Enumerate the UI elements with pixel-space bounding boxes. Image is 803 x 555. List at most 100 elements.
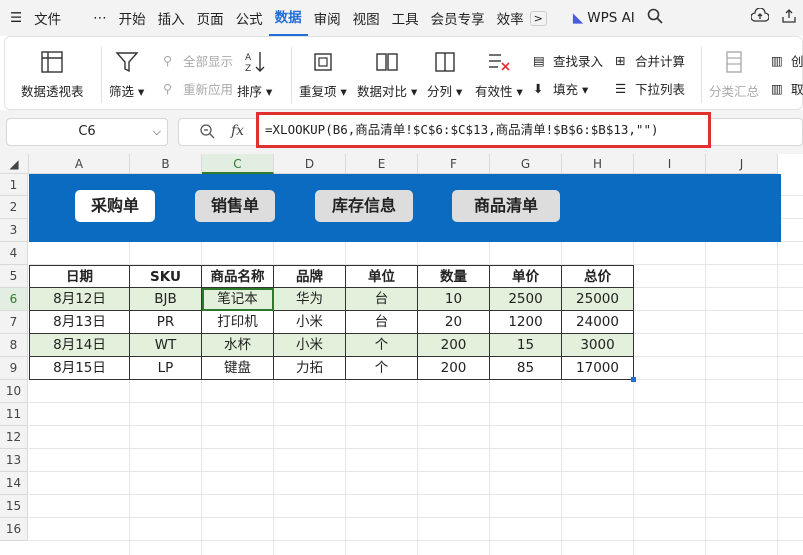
merge-calc-button[interactable]: ⊞ 合并计算 [615,51,685,70]
table-cell[interactable]: 3000 [562,334,634,357]
column-header-i[interactable]: I [634,154,706,174]
table-cell[interactable]: PR [130,311,202,334]
table-cell[interactable]: 2500 [490,288,562,311]
table-cell[interactable]: WT [130,334,202,357]
menu-more[interactable]: ⋯ [87,10,113,26]
inventory-info-button[interactable]: 库存信息 [315,190,413,222]
column-header-c[interactable]: C [202,154,274,174]
row-header-5[interactable]: 5 [0,265,28,288]
row-header-11[interactable]: 11 [0,403,28,426]
filter-button[interactable]: 筛选 ▾ [109,49,144,100]
table-cell[interactable]: 力拓 [274,357,346,380]
table-cell[interactable]: 台 [346,288,418,311]
fill-button[interactable]: ⬇ 填充 ▾ [533,79,588,98]
table-cell[interactable]: 小米 [274,334,346,357]
wps-ai-button[interactable]: ◣ WPS AI [567,10,641,26]
product-list-button[interactable]: 商品清单 [452,190,560,222]
column-header-d[interactable]: D [274,154,346,174]
row-header-10[interactable]: 10 [0,380,28,403]
row-header-7[interactable]: 7 [0,311,28,334]
table-cell[interactable]: 200 [418,357,490,380]
formula-input[interactable]: =XLOOKUP(B6,商品清单!$C$6:$C$13,商品清单!$B$6:$B… [256,112,711,148]
chevron-right-icon[interactable]: > [529,10,547,26]
share-icon[interactable] [775,8,803,28]
search-icon[interactable] [641,8,669,28]
row-header-1[interactable]: 1 [0,174,28,196]
row-header-12[interactable]: 12 [0,426,28,449]
table-cell[interactable]: 10 [418,288,490,311]
table-cell[interactable]: BJB [130,288,202,311]
fx-icon[interactable]: fx [231,123,244,139]
menu-file[interactable]: 文件 [28,8,67,28]
dropdown-list-button[interactable]: ☰ 下拉列表 [615,79,685,98]
zoom-icon[interactable] [199,123,215,143]
table-cell[interactable]: 个 [346,334,418,357]
select-all-corner[interactable]: ◢ [0,154,29,174]
column-header-b[interactable]: B [130,154,202,174]
table-cell[interactable]: 1200 [490,311,562,334]
ungroup-button[interactable]: ▥ 取 [771,79,803,98]
split-column-button[interactable]: 分列 ▾ [427,49,462,100]
row-header-14[interactable]: 14 [0,472,28,495]
subtotal-button[interactable]: 分类汇总 [709,49,759,100]
table-cell[interactable]: 小米 [274,311,346,334]
active-cell[interactable]: 笔记本 [202,288,274,311]
column-header-h[interactable]: H [562,154,634,174]
row-header-4[interactable]: 4 [0,242,28,265]
tab-efficiency[interactable]: 效率 [491,8,530,28]
row-header-15[interactable]: 15 [0,495,28,518]
table-header-cell[interactable]: 品牌 [274,265,346,288]
find-entry-button[interactable]: ▤ 查找录入 [533,51,603,70]
row-header-3[interactable]: 3 [0,219,28,242]
column-header-g[interactable]: G [490,154,562,174]
row-header-8[interactable]: 8 [0,334,28,357]
row-header-2[interactable]: 2 [0,196,28,219]
column-header-f[interactable]: F [418,154,490,174]
table-cell[interactable]: 24000 [562,311,634,334]
validity-button[interactable]: 有效性 ▾ [475,49,523,100]
column-header-a[interactable]: A [29,154,130,174]
column-header-e[interactable]: E [346,154,418,174]
show-all-button[interactable]: ⚲ 全部显示 [163,51,233,70]
table-cell[interactable]: 键盘 [202,357,274,380]
table-cell[interactable]: 8月12日 [29,288,130,311]
tab-insert[interactable]: 插入 [152,8,191,28]
table-cell[interactable]: 8月14日 [29,334,130,357]
table-cell[interactable]: 水杯 [202,334,274,357]
table-cell[interactable]: 8月15日 [29,357,130,380]
table-cell[interactable]: 85 [490,357,562,380]
table-cell[interactable]: 200 [418,334,490,357]
purchase-order-button[interactable]: 采购单 [75,190,155,222]
fill-handle[interactable] [631,377,636,382]
row-header-13[interactable]: 13 [0,449,28,472]
menu-icon[interactable]: ☰ [0,10,28,26]
table-header-cell[interactable]: SKU [130,265,202,288]
table-cell[interactable]: 个 [346,357,418,380]
sort-button[interactable]: AZ 排序 ▾ [237,49,272,100]
table-header-cell[interactable]: 单位 [346,265,418,288]
row-header-6[interactable]: 6 [0,288,28,311]
tab-review[interactable]: 审阅 [308,8,347,28]
tab-tools[interactable]: 工具 [386,8,425,28]
tab-formula[interactable]: 公式 [230,8,269,28]
reapply-button[interactable]: ⚲ 重新应用 [163,79,233,98]
table-cell[interactable]: 20 [418,311,490,334]
table-cell[interactable]: LP [130,357,202,380]
sales-order-button[interactable]: 销售单 [195,190,275,222]
table-header-cell[interactable]: 单价 [490,265,562,288]
row-header-16[interactable]: 16 [0,518,28,541]
pivot-table-button[interactable]: 数据透视表 [21,49,84,100]
table-cell[interactable]: 8月13日 [29,311,130,334]
tab-view[interactable]: 视图 [347,8,386,28]
column-header-j[interactable]: J [706,154,778,174]
tab-member[interactable]: 会员专享 [425,8,491,28]
table-cell[interactable]: 打印机 [202,311,274,334]
tab-data[interactable]: 数据 [268,0,308,36]
data-compare-button[interactable]: 数据对比 ▾ [357,49,417,100]
cloud-upload-icon[interactable] [745,7,775,28]
table-header-cell[interactable]: 总价 [562,265,634,288]
tab-start[interactable]: 开始 [113,8,152,28]
table-header-cell[interactable]: 数量 [418,265,490,288]
row-header-9[interactable]: 9 [0,357,28,380]
table-cell[interactable]: 17000 [562,357,634,380]
